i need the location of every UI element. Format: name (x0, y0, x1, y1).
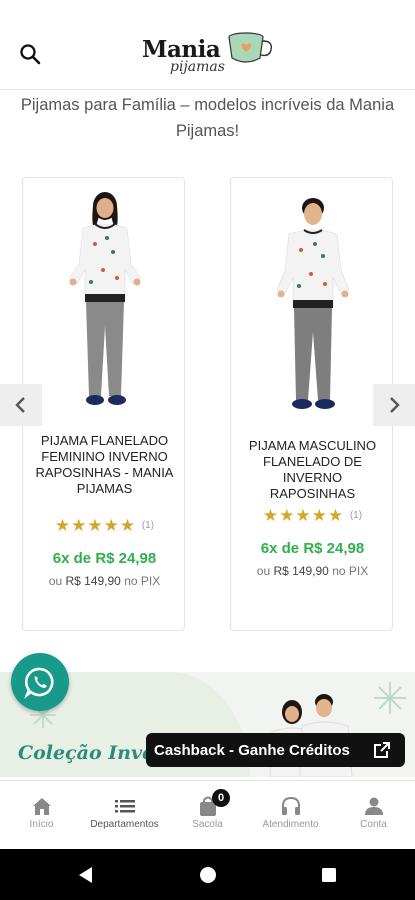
bag-icon (166, 795, 249, 819)
rating-stars: ★★★★★ (1) (23, 516, 186, 536)
system-navigation-bar (0, 849, 415, 900)
product-image (276, 198, 350, 409)
headset-icon (249, 795, 332, 819)
whatsapp-icon (24, 667, 54, 699)
cashback-button[interactable]: Cashback - Ganhe Créditos (146, 733, 405, 767)
pix-prefix: ou (48, 574, 63, 588)
rating-stars: ★★★★★ (1) (231, 506, 394, 526)
nav-departments-label: Departamentos (90, 819, 159, 830)
home-circle-icon[interactable] (198, 865, 218, 885)
whatsapp-button[interactable] (11, 653, 69, 711)
pix-value: R$ 149,90 (65, 574, 121, 588)
star-icons: ★★★★★ (262, 506, 345, 525)
product-carousel: PIJAMA FLANELADO FEMININO INVERNO RAPOSI… (0, 175, 415, 635)
nav-account[interactable]: Conta (332, 781, 415, 849)
intro-text: Pijamas para Família – modelos incríveis… (20, 96, 395, 140)
nav-account-label: Conta (360, 819, 387, 830)
home-icon (0, 795, 83, 819)
star-icons: ★★★★★ (54, 516, 137, 535)
snowflake-icon (374, 682, 406, 714)
pix-prefix: ou (256, 564, 271, 578)
pix-price: ou R$ 149,90 no PIX (23, 574, 186, 588)
installment-price: 6x de R$ 24,98 (52, 550, 157, 567)
bottom-navigation: Início Departamentos 0 Sacola Atendiment… (0, 780, 415, 848)
banner-title: Coleção Inver (18, 742, 165, 764)
external-link-icon (374, 742, 390, 758)
chevron-right-icon (390, 397, 400, 413)
nav-home[interactable]: Início (0, 781, 83, 849)
product-image (68, 192, 142, 405)
mug-icon (228, 32, 273, 63)
back-icon[interactable] (76, 865, 96, 885)
carousel-prev-button[interactable] (0, 384, 42, 426)
nav-bag[interactable]: 0 Sacola (166, 781, 249, 849)
menu-icon (83, 795, 166, 819)
product-card[interactable]: PIJAMA FLANELADO FEMININO INVERNO RAPOSI… (22, 177, 185, 631)
nav-home-label: Início (29, 819, 54, 830)
review-count: (1) (141, 520, 155, 531)
nav-bag-label: Sacola (192, 819, 223, 830)
logo-subtext: pijamas (170, 59, 225, 75)
installment-price: 6x de R$ 24,98 (260, 540, 365, 557)
pix-price: ou R$ 149,90 no PIX (231, 564, 394, 578)
pix-suffix: no PIX (124, 574, 161, 588)
pix-value: R$ 149,90 (273, 564, 329, 578)
user-icon (332, 795, 415, 819)
product-card[interactable]: PIJAMA MASCULINO FLANELADO DE INVERNO RA… (230, 177, 393, 631)
carousel-next-button[interactable] (373, 384, 415, 426)
nav-departments[interactable]: Departamentos (83, 781, 166, 849)
product-name[interactable]: PIJAMA FLANELADO FEMININO INVERNO RAPOSI… (31, 433, 178, 497)
app-header: Mania pijamas (0, 0, 415, 90)
pix-suffix: no PIX (332, 564, 369, 578)
cashback-label: Cashback - Ganhe Créditos (154, 741, 350, 759)
recents-icon[interactable] (319, 865, 339, 885)
search-icon[interactable] (18, 42, 44, 68)
brand-logo[interactable]: Mania pijamas (140, 26, 280, 80)
chevron-left-icon (15, 397, 25, 413)
nav-support[interactable]: Atendimento (249, 781, 332, 849)
product-name[interactable]: PIJAMA MASCULINO FLANELADO DE INVERNO RA… (239, 438, 386, 502)
bag-count-badge: 0 (212, 789, 230, 807)
nav-support-label: Atendimento (262, 819, 319, 830)
review-count: (1) (349, 510, 363, 521)
